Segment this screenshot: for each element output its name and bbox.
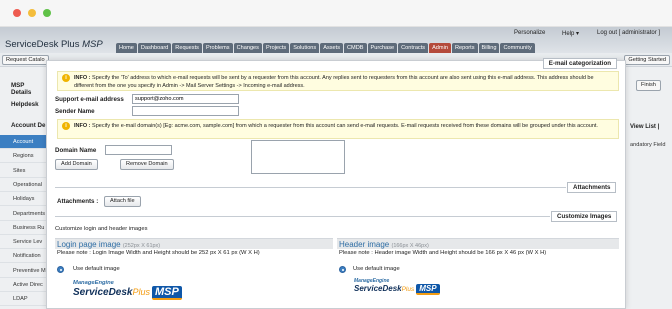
customize-images-title: Customize Images [551, 211, 618, 222]
email-categorization-title: E-mail categorization [542, 58, 617, 69]
sidebar-item-operational[interactable]: Operational [0, 178, 46, 192]
getting-started-button[interactable]: Getting Started [624, 55, 670, 65]
support-email-label: Support e-mail address [55, 96, 124, 103]
sidebar-heading-account-details[interactable]: Account De [0, 122, 46, 129]
domain-name-input[interactable] [105, 145, 172, 155]
login-image-header: Login page image (252px X 61px) [55, 238, 333, 249]
nav-tab-requests[interactable]: Requests [172, 43, 202, 53]
account-settings-panel: E-mail categorization i INFO : Specify t… [46, 58, 626, 309]
top-links: Personalize Help ▾ Log out [ administrat… [0, 30, 672, 39]
finish-button[interactable]: Finish [636, 80, 661, 91]
remove-domain-button[interactable]: Remove Domain [120, 159, 174, 170]
request-catalog-button[interactable]: Request Catalo [2, 55, 49, 65]
nav-tab-projects[interactable]: Projects [262, 43, 290, 53]
info-label: INFO : [74, 75, 91, 81]
info-text: Specify the 'To' address to which e-mail… [74, 75, 594, 89]
sidebar-item-departments[interactable]: Departments [0, 207, 46, 221]
sidebar-item-account[interactable]: Account [0, 135, 46, 149]
nav-tab-problems[interactable]: Problems [202, 43, 233, 53]
help-menu[interactable]: Help ▾ [562, 30, 579, 37]
nav-tab-billing[interactable]: Billing [478, 43, 500, 53]
info-icon: i [62, 122, 70, 130]
nav-tab-cmdb[interactable]: CMDB [344, 43, 367, 53]
sidebar-item-business-ru[interactable]: Business Ru [0, 221, 46, 235]
app-header: Personalize Help ▾ Log out [ administrat… [0, 27, 672, 53]
sender-name-input[interactable] [132, 106, 239, 116]
main-nav: Home Dashboard Requests Problems Changes Proj… [116, 43, 536, 53]
sender-name-label: Sender Name [55, 108, 95, 115]
sidebar-item-ldap[interactable]: LDAP [0, 292, 46, 307]
nav-tab-assets[interactable]: Assets [320, 43, 344, 53]
attachments-title: Attachments [567, 182, 617, 193]
logout-link[interactable]: Log out [ administrator ] [597, 30, 660, 36]
login-default-logo: ManageEngine ServiceDeskPlus MSP [73, 280, 182, 300]
header-default-label[interactable]: Use default image [353, 266, 400, 272]
window-titlebar [0, 0, 672, 27]
brand-name: ServiceDesk Plus [5, 39, 80, 50]
close-window-button[interactable] [13, 9, 21, 17]
customize-divider [55, 216, 550, 217]
info-icon: i [62, 74, 70, 82]
login-default-radio[interactable] [57, 266, 64, 273]
support-email-input[interactable] [132, 94, 239, 104]
domain-list[interactable] [251, 140, 345, 174]
header-default-radio[interactable] [339, 266, 346, 273]
nav-tab-purchase[interactable]: Purchase [367, 43, 398, 53]
nav-tab-solutions[interactable]: Solutions [290, 43, 320, 53]
sidebar-item-service-lev[interactable]: Service Lev [0, 235, 46, 250]
header-image-dimensions: (166px X 46px) [391, 243, 429, 249]
sidebar-heading-helpdesk[interactable]: Helpdesk [0, 101, 46, 108]
header-image-header: Header image (166px X 46px) [337, 238, 619, 249]
view-list-link[interactable]: View List | [630, 124, 659, 130]
login-image-title: Login page image [57, 240, 121, 249]
mandatory-field-note: andatory Field [630, 142, 666, 148]
sidebar-item-holidays[interactable]: Holidays [0, 192, 46, 207]
info-box-domain: i INFO : Specify the e-mail domain(s) [E… [57, 119, 619, 139]
app-logo: ServiceDesk Plus MSP [5, 39, 103, 50]
sidebar-item-active-direc[interactable]: Active Direc [0, 278, 46, 292]
nav-tab-changes[interactable]: Changes [233, 43, 262, 53]
login-image-note: Please note : Login Image Width and Heig… [57, 250, 260, 256]
sidebar-item-notification[interactable]: Notification [0, 249, 46, 264]
admin-sidebar: MSP Details Helpdesk Account De Account R… [0, 67, 46, 309]
header-image-note: Please note : Header image Width and Hei… [339, 250, 547, 256]
nav-tab-home[interactable]: Home [116, 43, 137, 53]
nav-tab-community[interactable]: Community [500, 43, 535, 53]
nav-tab-reports[interactable]: Reports [451, 43, 478, 53]
add-domain-button[interactable]: Add Domain [55, 159, 98, 170]
sidebar-item-regions[interactable]: Regions [0, 149, 46, 164]
nav-tab-contracts[interactable]: Contracts [398, 43, 429, 53]
info-label: INFO : [74, 123, 91, 129]
nav-tab-admin[interactable]: Admin [429, 43, 451, 53]
customize-description: Customize login and header images [55, 226, 148, 232]
brand-suffix: MSP [82, 39, 103, 50]
login-image-dimensions: (252px X 61px) [122, 243, 161, 249]
info-text: Specify the e-mail domain(s) [Eg: acme.c… [92, 123, 598, 129]
personalize-link[interactable]: Personalize [514, 30, 545, 36]
login-default-label[interactable]: Use default image [73, 266, 120, 272]
sidebar-heading-msp-details[interactable]: MSP Details [0, 82, 46, 96]
header-default-logo: ManageEngine ServiceDeskPlus MSP [354, 278, 440, 295]
attachments-label: Attachments : [57, 198, 99, 205]
header-image-title: Header image [339, 240, 390, 249]
domain-name-label: Domain Name [55, 147, 97, 154]
info-box-email: i INFO : Specify the 'To' address to whi… [57, 71, 619, 91]
minimize-window-button[interactable] [28, 9, 36, 17]
sidebar-item-sites[interactable]: Sites [0, 164, 46, 178]
attach-file-button[interactable]: Attach file [104, 196, 141, 207]
nav-tab-dashboard[interactable]: Dashboard [137, 43, 172, 53]
background-right [626, 67, 672, 309]
attachments-divider [55, 187, 566, 188]
maximize-window-button[interactable] [43, 9, 51, 17]
sidebar-item-preventive-m[interactable]: Preventive M [0, 264, 46, 278]
